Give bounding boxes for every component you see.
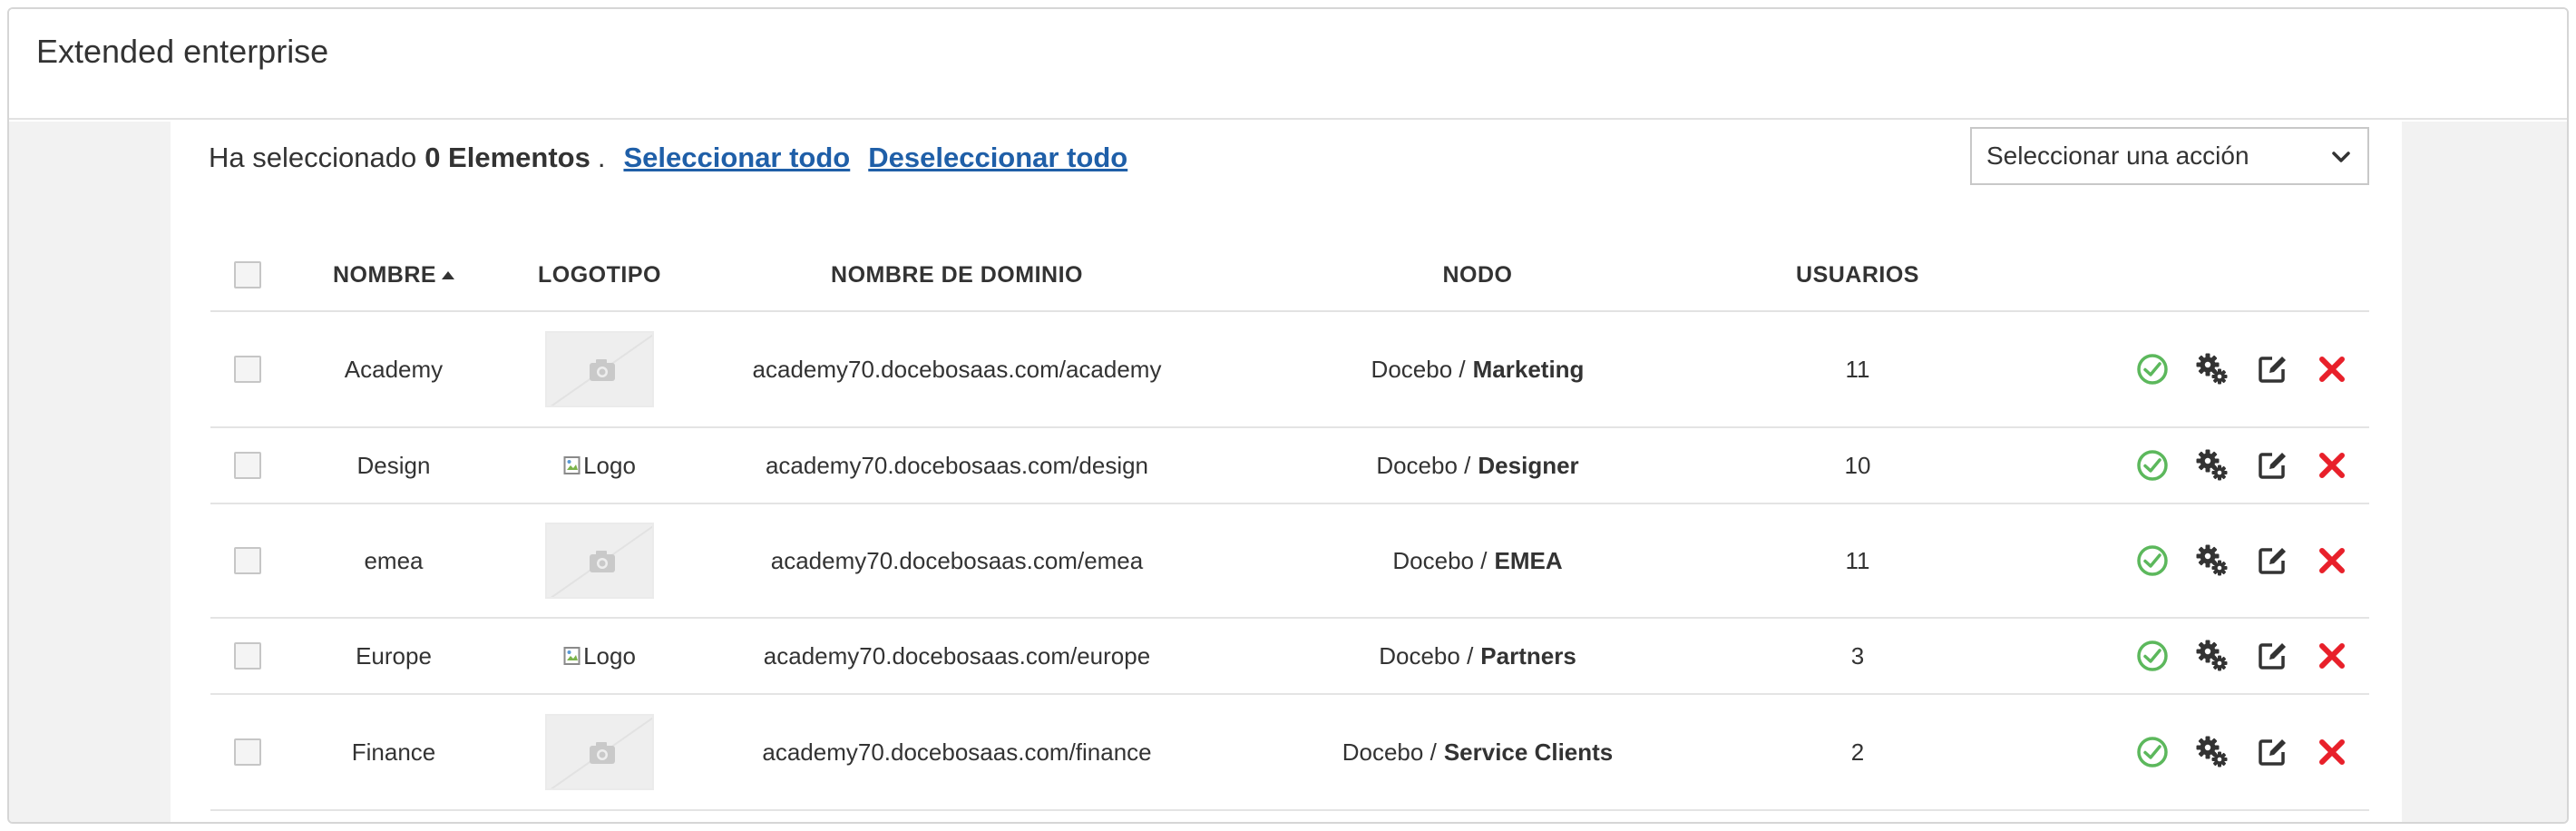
table-row: Finance academy70.docebosaas.com/finance… <box>210 695 2369 811</box>
main-panel: Ha seleccionado 0 Elementos . Selecciona… <box>171 122 2402 822</box>
logo-placeholder-image <box>545 331 654 407</box>
broken-image-icon <box>563 456 581 474</box>
select-all-checkbox[interactable] <box>234 261 261 288</box>
row-checkbox[interactable] <box>234 738 261 766</box>
edit-icon[interactable] <box>2255 639 2289 673</box>
chevron-down-icon <box>2332 152 2350 162</box>
row-node: Docebo / Marketing <box>1371 355 1585 383</box>
row-users: 10 <box>1844 451 1871 479</box>
row-actions <box>1977 695 2369 809</box>
check-circle-icon[interactable] <box>2135 543 2170 578</box>
page-title: Extended enterprise <box>36 33 329 70</box>
gears-icon[interactable] <box>2195 352 2230 386</box>
camera-icon <box>550 717 652 788</box>
selection-dot: . <box>597 142 606 173</box>
row-users: 11 <box>1845 355 1870 383</box>
row-node: Docebo / EMEA <box>1392 546 1563 574</box>
row-node: Docebo / Designer <box>1376 451 1579 479</box>
row-users: 2 <box>1850 738 1865 766</box>
page-header: Extended enterprise <box>9 9 2567 120</box>
row-name: emea <box>364 546 424 574</box>
row-actions <box>1977 619 2369 693</box>
action-select[interactable]: Seleccionar una acción <box>1970 127 2369 185</box>
selection-prefix: Ha seleccionado <box>209 142 417 173</box>
camera-icon <box>550 525 652 597</box>
logo-alt-text: Logo <box>583 451 636 479</box>
row-name: Europe <box>356 641 432 670</box>
row-name: Finance <box>351 738 436 766</box>
row-actions <box>1977 428 2369 503</box>
content-area: Ha seleccionado 0 Elementos . Selecciona… <box>9 122 2567 822</box>
close-icon[interactable] <box>2315 639 2349 673</box>
close-icon[interactable] <box>2315 448 2349 483</box>
check-circle-icon[interactable] <box>2135 448 2170 483</box>
row-domain: academy70.docebosaas.com/finance <box>762 738 1152 766</box>
close-icon[interactable] <box>2315 735 2349 769</box>
logo-broken-image: Logo <box>563 452 636 480</box>
row-name: Academy <box>344 355 444 383</box>
sort-ascending-icon <box>442 270 455 279</box>
action-select-value: Seleccionar una acción <box>1986 142 2249 170</box>
app-window: Extended enterprise Ha seleccionado 0 El… <box>7 7 2569 824</box>
gears-icon[interactable] <box>2195 448 2230 483</box>
edit-icon[interactable] <box>2255 352 2289 386</box>
check-circle-icon[interactable] <box>2135 639 2170 673</box>
row-checkbox[interactable] <box>234 356 261 383</box>
select-all-link[interactable]: Seleccionar todo <box>623 142 850 174</box>
row-name: Design <box>356 451 431 479</box>
row-domain: academy70.docebosaas.com/design <box>765 451 1149 479</box>
row-checkbox[interactable] <box>234 642 261 670</box>
table-row: Europe Logo academy70.docebosaas.com/eur… <box>210 619 2369 695</box>
close-icon[interactable] <box>2315 352 2349 386</box>
enterprise-table: NOMBRE LOGOTIPO NOMBRE DE DOMINIO NODO U… <box>210 240 2369 811</box>
header-name-label: NOMBRE <box>332 261 437 288</box>
gears-icon[interactable] <box>2195 543 2230 578</box>
close-icon[interactable] <box>2315 543 2349 578</box>
deselect-all-link[interactable]: Deseleccionar todo <box>868 142 1127 174</box>
header-name[interactable]: NOMBRE <box>285 240 503 310</box>
selection-bar: Ha seleccionado 0 Elementos . Selecciona… <box>209 142 1127 174</box>
broken-image-icon <box>563 647 581 665</box>
table-header: NOMBRE LOGOTIPO NOMBRE DE DOMINIO NODO U… <box>210 240 2369 312</box>
edit-icon[interactable] <box>2255 735 2289 769</box>
row-actions <box>1977 504 2369 617</box>
gears-icon[interactable] <box>2195 639 2230 673</box>
table-row: Academy academy70.docebosaas.com/academy… <box>210 312 2369 428</box>
row-domain: academy70.docebosaas.com/europe <box>763 641 1151 670</box>
logo-placeholder-image <box>545 523 654 599</box>
row-domain: academy70.docebosaas.com/academy <box>752 355 1162 383</box>
header-users: USUARIOS <box>1796 261 1919 288</box>
row-users: 11 <box>1845 546 1870 574</box>
row-actions <box>1977 312 2369 426</box>
row-checkbox[interactable] <box>234 452 261 479</box>
row-checkbox[interactable] <box>234 547 261 574</box>
table-row: emea academy70.docebosaas.com/emea Doceb… <box>210 504 2369 619</box>
edit-icon[interactable] <box>2255 543 2289 578</box>
check-circle-icon[interactable] <box>2135 735 2170 769</box>
camera-icon <box>550 334 652 406</box>
selection-count: 0 Elementos <box>424 142 590 173</box>
gears-icon[interactable] <box>2195 735 2230 769</box>
row-node: Docebo / Service Clients <box>1342 738 1614 766</box>
row-domain: academy70.docebosaas.com/emea <box>770 546 1144 574</box>
edit-icon[interactable] <box>2255 448 2289 483</box>
header-domain: NOMBRE DE DOMINIO <box>831 261 1083 288</box>
logo-alt-text: Logo <box>583 641 636 670</box>
row-node: Docebo / Partners <box>1379 641 1576 670</box>
header-logo: LOGOTIPO <box>538 261 661 288</box>
table-row: Design Logo academy70.docebosaas.com/des… <box>210 428 2369 504</box>
logo-placeholder-image <box>545 714 654 790</box>
header-node: NODO <box>1442 261 1513 288</box>
check-circle-icon[interactable] <box>2135 352 2170 386</box>
row-users: 3 <box>1850 641 1865 670</box>
logo-broken-image: Logo <box>563 642 636 670</box>
